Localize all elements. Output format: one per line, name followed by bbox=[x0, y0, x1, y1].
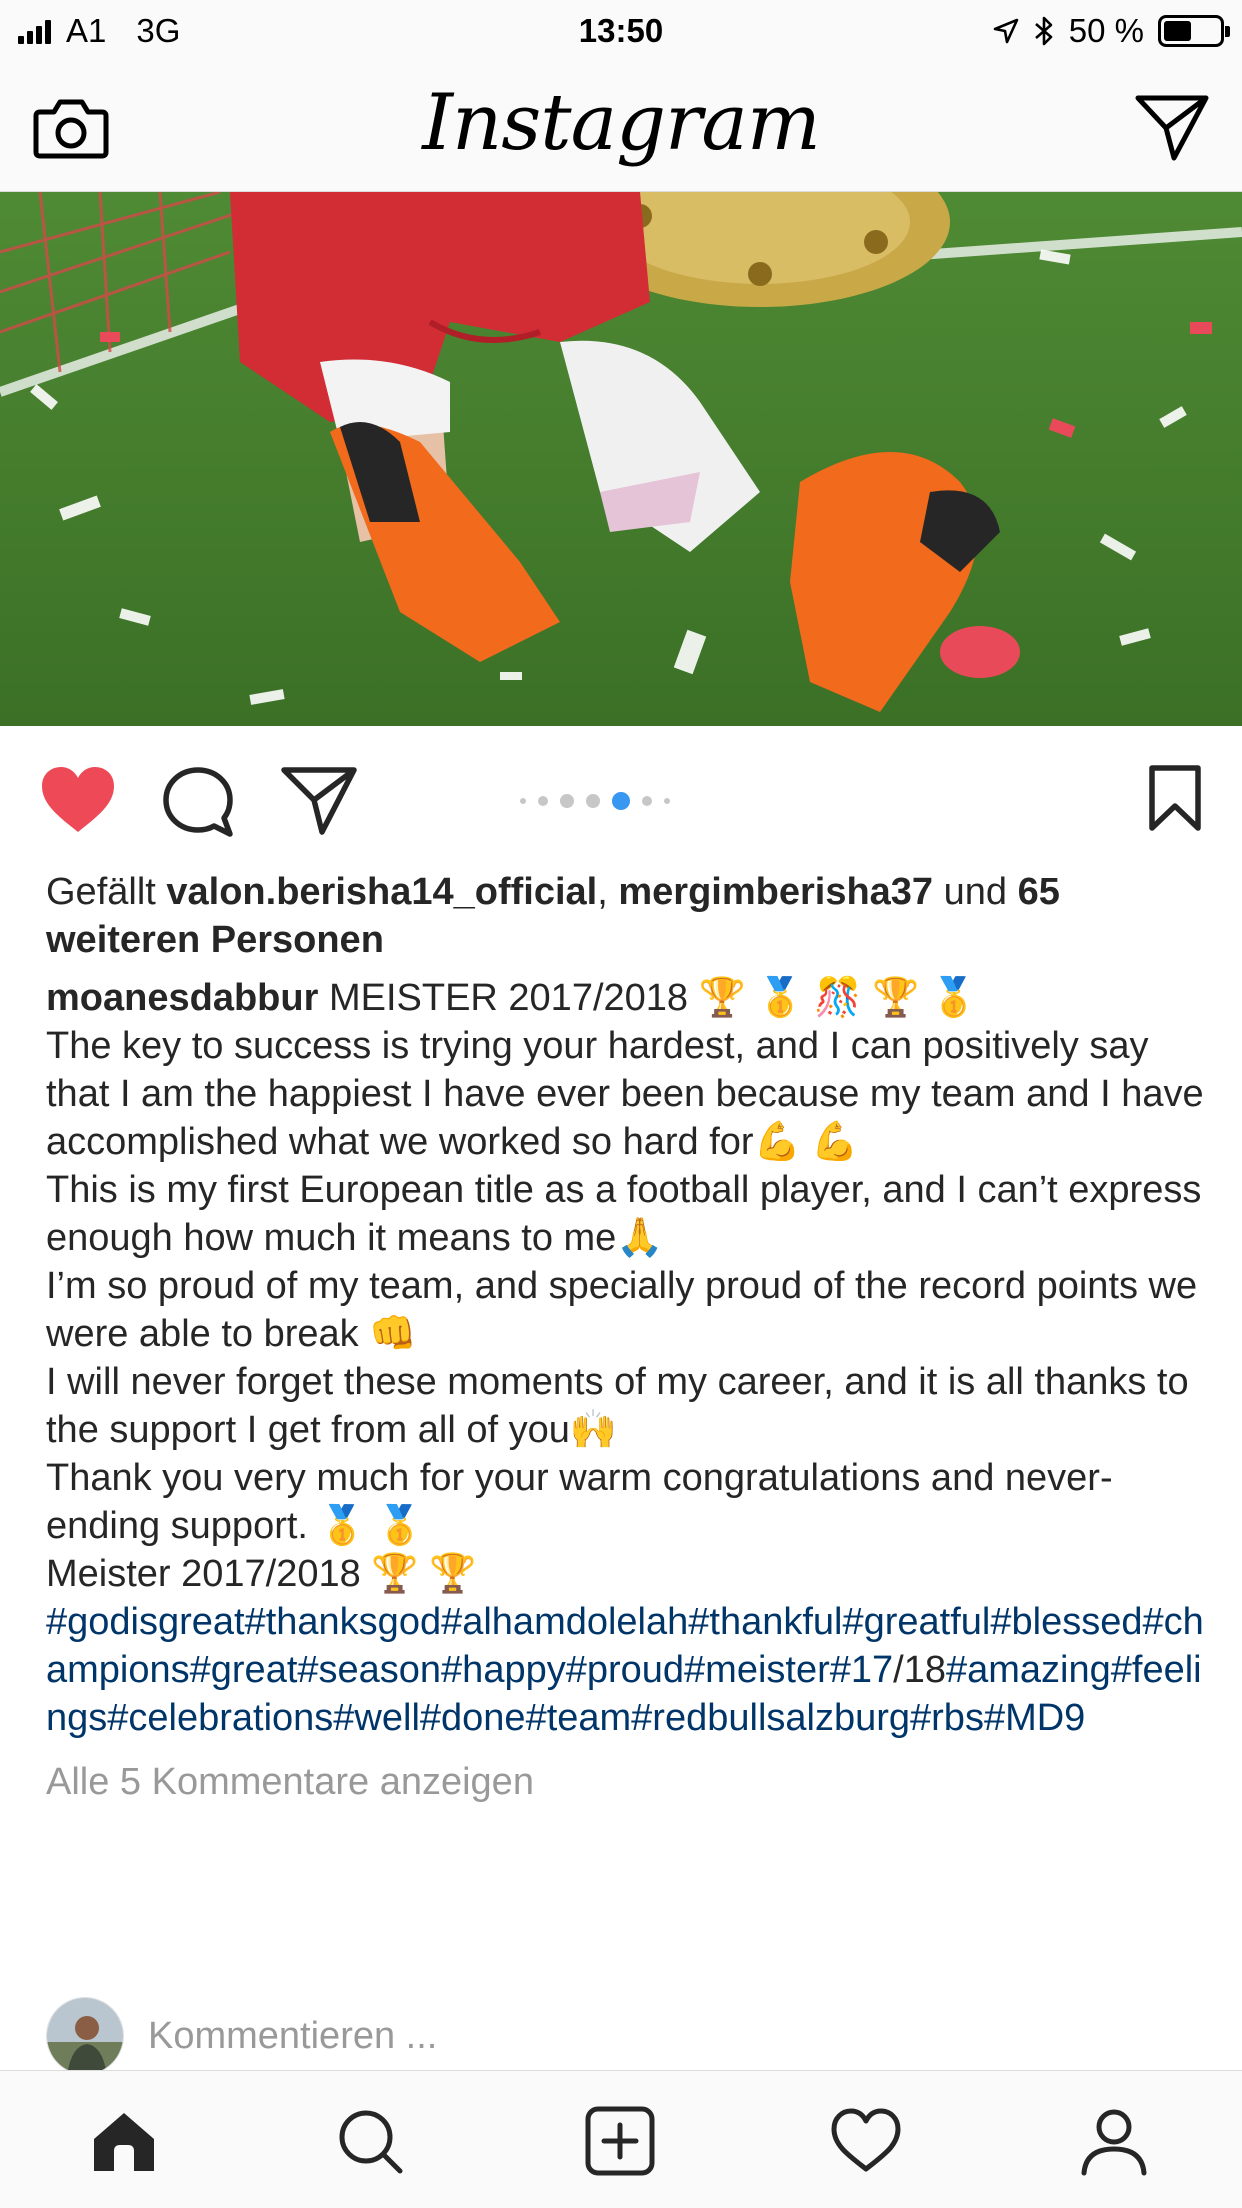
profile-icon[interactable] bbox=[1078, 2105, 1150, 2177]
likes-prefix: Gefällt bbox=[46, 871, 156, 913]
battery-percentage: 50 % bbox=[1068, 12, 1144, 49]
bookmark-icon[interactable] bbox=[1146, 764, 1204, 832]
battery-icon bbox=[1158, 15, 1230, 47]
direct-message-icon[interactable] bbox=[1134, 92, 1210, 162]
add-post-icon[interactable] bbox=[584, 2105, 656, 2177]
carousel-dot bbox=[664, 798, 670, 804]
status-right: 50 % bbox=[979, 12, 1230, 50]
tab-bar bbox=[0, 2070, 1242, 2208]
post-photo[interactable] bbox=[0, 192, 1242, 726]
post-actions bbox=[0, 760, 1242, 840]
battery-fill bbox=[1164, 21, 1191, 41]
heart-filled-icon[interactable] bbox=[38, 764, 118, 836]
instagram-logo: Instagram bbox=[422, 78, 821, 168]
view-all-comments-link[interactable]: Alle 5 Kommentare anzeigen bbox=[46, 1758, 1206, 1806]
caption-line: Meister 2017/2018 🏆 🏆 bbox=[46, 1553, 477, 1595]
caption-line: Thank you very much for your warm congra… bbox=[46, 1457, 1113, 1547]
caption-hashtags[interactable]: #godisgreat#thanksgod#alhamdolelah#thank… bbox=[46, 1598, 1206, 1742]
carousel-indicator bbox=[520, 792, 682, 810]
status-bar: A1 3G 13:50 50 % bbox=[0, 0, 1242, 62]
carousel-dot bbox=[520, 798, 526, 804]
carousel-dot bbox=[560, 794, 574, 808]
hashtags-plain-text: /18 bbox=[893, 1649, 946, 1691]
likes-conjunction: und bbox=[943, 871, 1008, 913]
comment-icon[interactable] bbox=[160, 764, 236, 840]
likes-separator: , bbox=[597, 871, 608, 913]
liker-username-2[interactable]: mergimberisha37 bbox=[618, 871, 933, 913]
carousel-dot bbox=[586, 794, 600, 808]
post-photo-graphic bbox=[0, 192, 1242, 726]
caption-line: MEISTER 2017/2018 🏆 🥇 🎊 🏆 🥇 bbox=[328, 977, 978, 1019]
activity-heart-icon[interactable] bbox=[830, 2105, 902, 2177]
post-details: Gefällt valon.berisha14_official, mergim… bbox=[46, 868, 1206, 1806]
carousel-dot bbox=[538, 796, 548, 806]
top-nav: Instagram bbox=[0, 62, 1242, 192]
caption-line: I’m so proud of my team, and specially p… bbox=[46, 1265, 1198, 1355]
search-icon[interactable] bbox=[334, 2105, 406, 2177]
caption-line: The key to success is trying your hardes… bbox=[46, 1025, 1204, 1163]
carousel-dot bbox=[642, 796, 652, 806]
carousel-dot bbox=[612, 792, 630, 810]
likes-summary[interactable]: Gefällt valon.berisha14_official, mergim… bbox=[46, 868, 1206, 964]
caption-line: This is my first European title as a foo… bbox=[46, 1169, 1202, 1259]
home-icon[interactable] bbox=[88, 2105, 160, 2177]
location-arrow-icon bbox=[993, 18, 1019, 44]
caption-line: I will never forget these moments of my … bbox=[46, 1361, 1189, 1451]
comment-input[interactable]: Kommentieren ... bbox=[148, 2015, 437, 2058]
caption-username[interactable]: moanesdabbur bbox=[46, 977, 318, 1019]
comment-composer[interactable]: Kommentieren ... bbox=[46, 1996, 437, 2076]
bluetooth-icon bbox=[1034, 16, 1053, 46]
liker-username-1[interactable]: valon.berisha14_official bbox=[166, 871, 597, 913]
post-caption: moanesdabbur MEISTER 2017/2018 🏆 🥇 🎊 🏆 🥇… bbox=[46, 974, 1206, 1742]
share-icon[interactable] bbox=[280, 764, 358, 836]
avatar bbox=[46, 1997, 124, 2075]
